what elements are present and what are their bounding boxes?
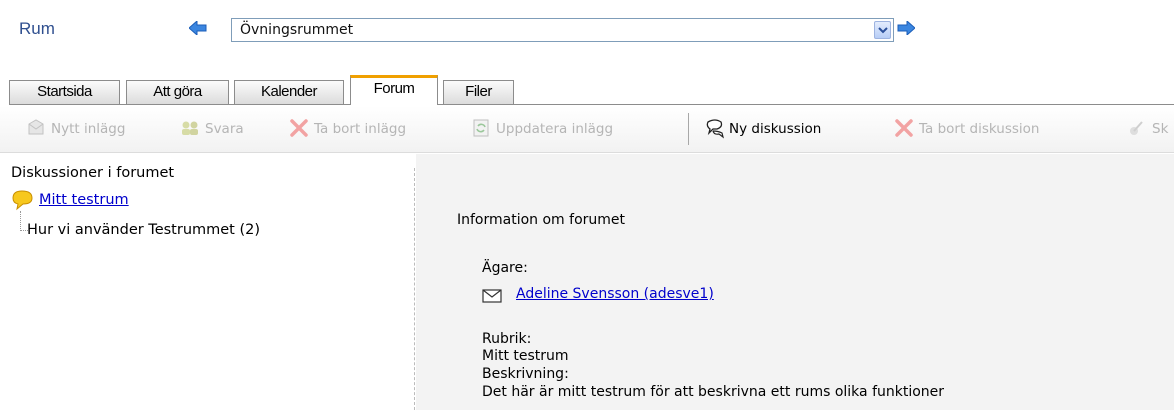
delete-post-label: Ta bort inlägg: [314, 121, 407, 137]
tab-att-gora[interactable]: Att göra: [126, 80, 229, 104]
tab-filer[interactable]: Filer: [443, 80, 514, 104]
new-post-icon: [26, 118, 46, 138]
owner-label: Ägare:: [482, 260, 528, 276]
room-label: Rum: [19, 19, 55, 38]
delete-discussion-label: Ta bort diskussion: [919, 121, 1040, 137]
cut-icon: [1127, 118, 1147, 138]
new-discussion-icon: [704, 118, 724, 139]
reply-icon: [180, 118, 200, 138]
chevron-down-icon[interactable]: [874, 21, 891, 39]
description-label: Beskrivning:: [482, 366, 569, 382]
discussions-title: Diskussioner i forumet: [11, 165, 175, 181]
update-post-label: Uppdatera inlägg: [496, 121, 614, 137]
subject-value: Mitt testrum: [482, 348, 569, 364]
new-discussion-label: Ny diskussion: [729, 121, 822, 137]
tab-kalender[interactable]: Kalender: [234, 80, 344, 104]
thread-item[interactable]: Hur vi använder Testrummet (2): [27, 222, 260, 238]
toolbar: Nytt inlägg Svara Ta bort inlägg Uppdate…: [0, 106, 1174, 153]
arrow-right-icon[interactable]: [897, 21, 915, 35]
delete-icon: [894, 118, 914, 138]
cut-label: Sk: [1152, 121, 1169, 137]
tab-baseline: [9, 104, 1174, 105]
tab-forum[interactable]: Forum: [350, 75, 438, 105]
room-select[interactable]: Övningsrummet: [231, 18, 894, 42]
update-icon: [471, 118, 491, 138]
toolbar-separator: [688, 113, 689, 145]
panel-divider: [414, 168, 415, 410]
speech-bubble-icon: [11, 190, 35, 216]
delete-icon: [289, 118, 309, 138]
forum-link[interactable]: Mitt testrum: [39, 192, 129, 208]
mail-icon[interactable]: [482, 288, 502, 307]
subject-label: Rubrik:: [482, 331, 532, 347]
reply-label: Svara: [205, 121, 244, 137]
description-value: Det här är mitt testrum för att beskrivn…: [482, 384, 945, 400]
tree-connector: [20, 211, 21, 231]
new-post-label: Nytt inlägg: [51, 121, 126, 137]
arrow-left-icon[interactable]: [189, 21, 207, 35]
tab-bar: Startsida Att göra Kalender Forum Filer: [9, 75, 1174, 105]
room-select-value: Övningsrummet: [240, 22, 354, 38]
tab-startsida[interactable]: Startsida: [9, 80, 120, 104]
owner-link[interactable]: Adeline Svensson (adesve1): [516, 286, 714, 302]
info-heading: Information om forumet: [457, 212, 626, 228]
